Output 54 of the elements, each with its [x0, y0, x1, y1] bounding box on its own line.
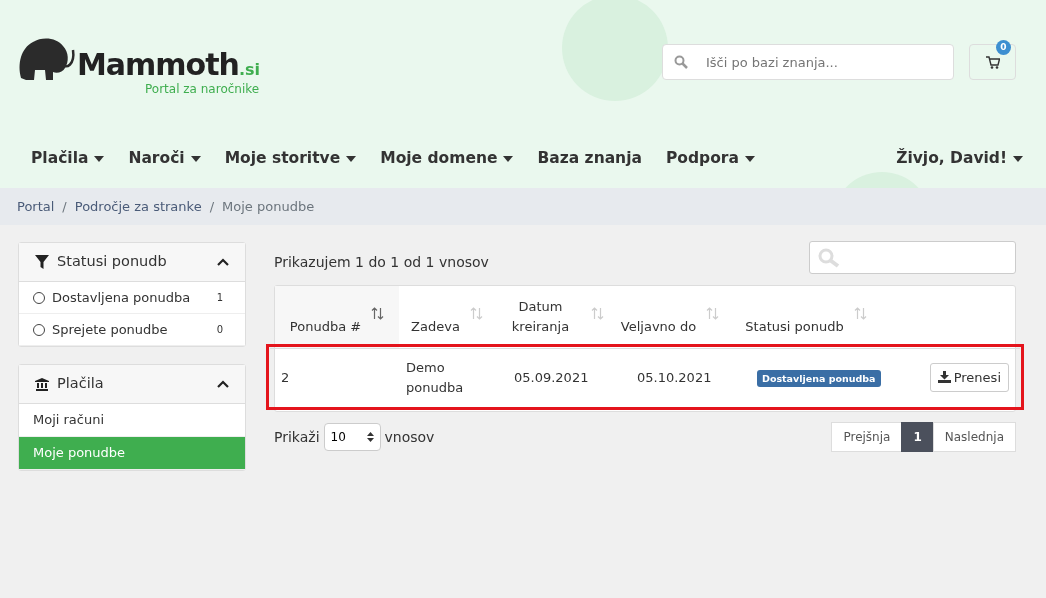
breadcrumb-link[interactable]: Portal: [17, 196, 55, 217]
logo-domain: .si: [238, 60, 261, 79]
caret-icon: [1013, 155, 1023, 162]
filter-count: 1: [216, 291, 223, 305]
collapse-chevron-icon: [217, 258, 229, 266]
nav-link[interactable]: Plačila: [15, 147, 113, 171]
status-badge: Dostavljena ponudba: [757, 369, 881, 387]
search-icon: [818, 247, 840, 268]
download-icon: [937, 370, 951, 383]
search-icon: [674, 55, 688, 69]
cart-count: 0: [996, 40, 1011, 55]
filter-label: Sprejete ponudbe: [52, 320, 168, 339]
download-button[interactable]: Prenesi: [929, 362, 1009, 393]
pagination-button[interactable]: Naslednja: [932, 422, 1016, 452]
length-label: Prikaži: [274, 427, 320, 447]
breadcrumb-separator: /: [209, 197, 215, 216]
column-header[interactable]: Datum kreiranja: [495, 286, 609, 348]
table-info: Prikazujem 1 do 1 od 1 vnosov: [274, 253, 489, 272]
logo-tagline: Portal za naročnike: [145, 81, 261, 98]
nav-link[interactable]: Moje domene: [364, 147, 522, 171]
pagination-button[interactable]: Prejšnja: [831, 422, 903, 452]
table-cell-text: Demo ponudba: [406, 359, 465, 397]
page-length-select[interactable]: 10: [323, 423, 381, 451]
search-field[interactable]: Išči po bazi znanja...: [662, 44, 954, 80]
filter-icon: [35, 255, 49, 269]
length-label: vnosov: [384, 427, 435, 447]
collapse-chevron-icon: [217, 380, 229, 388]
column-header[interactable]: Ponudba #: [275, 286, 399, 348]
logo-text: Mammoth: [77, 47, 239, 82]
pagination-button[interactable]: 1: [901, 422, 934, 452]
filter-label: Dostavljena ponudba: [52, 288, 191, 307]
table-cell-text: 05.09.2021: [514, 368, 590, 387]
table-cell-text: 2: [281, 368, 291, 387]
panel-title: Plačila: [57, 374, 104, 394]
column-header[interactable]: Statusi ponudb: [731, 286, 881, 348]
sort-caret-icon: [366, 432, 374, 442]
nav-link[interactable]: Naroči: [112, 147, 209, 171]
breadcrumb-link[interactable]: Področje za stranke: [74, 196, 202, 217]
panel-title: Statusi ponudb: [57, 252, 167, 272]
nav-link[interactable]: Moje storitve: [208, 147, 365, 171]
panel-header[interactable]: Statusi ponudb: [19, 243, 245, 282]
nav-link[interactable]: Baza znanja: [521, 147, 650, 171]
user-menu[interactable]: Živjo, David!: [880, 147, 1031, 171]
cart-icon: [985, 55, 1000, 69]
panel-header[interactable]: Plačila: [19, 365, 245, 404]
nav-link[interactable]: Podpora: [649, 147, 763, 171]
column-header[interactable]: Veljavno do: [609, 286, 731, 348]
breadcrumb-current: Moje ponudbe: [222, 197, 315, 216]
table-cell-text: 05.10.2021: [637, 368, 713, 387]
column-header[interactable]: Zadeva: [399, 286, 495, 348]
breadcrumb-separator: /: [62, 197, 67, 216]
bank-icon: [35, 377, 49, 391]
table-search-field[interactable]: [809, 241, 1016, 274]
filter-count: 0: [216, 323, 223, 337]
